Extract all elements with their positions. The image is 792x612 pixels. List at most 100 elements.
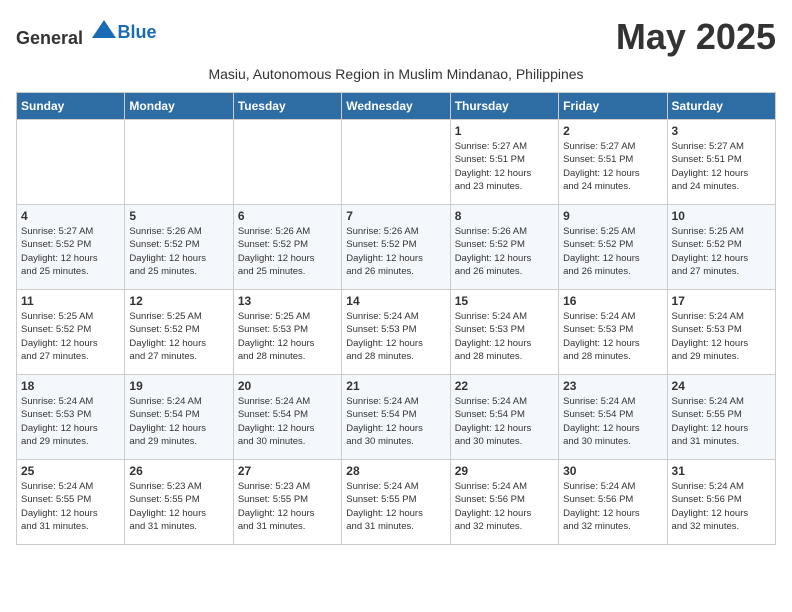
day-number: 10 [672,209,771,223]
calendar-cell: 19Sunrise: 5:24 AM Sunset: 5:54 PM Dayli… [125,375,233,460]
day-info: Sunrise: 5:26 AM Sunset: 5:52 PM Dayligh… [129,225,228,278]
day-number: 18 [21,379,120,393]
calendar-cell: 9 Sunrise: 5:25 AM Sunset: 5:52 PM Daylig… [559,205,667,290]
day-number: 7 [346,209,445,223]
calendar-cell: 31 Sunrise: 5:24 AM Sunset: 5:56 PM Dayli… [667,460,775,545]
day-info: Sunrise: 5:25 AM Sunset: 5:52 PM Dayligh… [129,310,228,363]
day-number: 27 [238,464,337,478]
calendar-cell: 21Sunrise: 5:24 AM Sunset: 5:54 PM Dayli… [342,375,450,460]
calendar-cell: 28 Sunrise: 5:24 AM Sunset: 5:55 PM Dayli… [342,460,450,545]
day-number: 22 [455,379,554,393]
day-info: Sunrise: 5:24 AM Sunset: 5:56 PM Dayligh… [672,480,771,533]
calendar-cell: 12 Sunrise: 5:25 AM Sunset: 5:52 PM Dayli… [125,290,233,375]
day-info: Sunrise: 5:24 AM Sunset: 5:53 PM Dayligh… [21,395,120,448]
day-info: Sunrise: 5:26 AM Sunset: 5:52 PM Dayligh… [238,225,337,278]
calendar-cell: 11Sunrise: 5:25 AM Sunset: 5:52 PM Dayli… [17,290,125,375]
day-info: Sunrise: 5:24 AM Sunset: 5:55 PM Dayligh… [672,395,771,448]
day-info: Sunrise: 5:24 AM Sunset: 5:53 PM Dayligh… [563,310,662,363]
day-info: Sunrise: 5:25 AM Sunset: 5:52 PM Dayligh… [563,225,662,278]
calendar-cell: 15 Sunrise: 5:24 AM Sunset: 5:53 PM Dayli… [450,290,558,375]
calendar-cell [233,120,341,205]
day-number: 24 [672,379,771,393]
calendar-cell: 6 Sunrise: 5:26 AM Sunset: 5:52 PM Daylig… [233,205,341,290]
calendar-cell: 30 Sunrise: 5:24 AM Sunset: 5:56 PM Dayli… [559,460,667,545]
day-header-sunday: Sunday [17,93,125,120]
day-number: 26 [129,464,228,478]
calendar-cell: 23Sunrise: 5:24 AM Sunset: 5:54 PM Dayli… [559,375,667,460]
day-number: 17 [672,294,771,308]
day-info: Sunrise: 5:24 AM Sunset: 5:55 PM Dayligh… [346,480,445,533]
calendar-cell: 18 Sunrise: 5:24 AM Sunset: 5:53 PM Dayli… [17,375,125,460]
calendar-cell: 17 Sunrise: 5:24 AM Sunset: 5:53 PM Dayli… [667,290,775,375]
calendar-cell [125,120,233,205]
day-number: 13 [238,294,337,308]
calendar-body: 1 Sunrise: 5:27 AM Sunset: 5:51 PM Daylig… [17,120,776,545]
day-header-monday: Monday [125,93,233,120]
calendar-cell: 26 Sunrise: 5:23 AM Sunset: 5:55 PM Dayli… [125,460,233,545]
calendar-cell: 4Sunrise: 5:27 AM Sunset: 5:52 PM Daylig… [17,205,125,290]
day-info: Sunrise: 5:23 AM Sunset: 5:55 PM Dayligh… [238,480,337,533]
day-number: 3 [672,124,771,138]
day-info: Sunrise: 5:24 AM Sunset: 5:54 PM Dayligh… [238,395,337,448]
calendar-cell: 25Sunrise: 5:24 AM Sunset: 5:55 PM Dayli… [17,460,125,545]
day-number: 2 [563,124,662,138]
day-number: 16 [563,294,662,308]
day-info: Sunrise: 5:24 AM Sunset: 5:54 PM Dayligh… [455,395,554,448]
calendar-cell: 24 Sunrise: 5:24 AM Sunset: 5:55 PM Dayli… [667,375,775,460]
day-info: Sunrise: 5:27 AM Sunset: 5:52 PM Dayligh… [21,225,120,278]
day-info: Sunrise: 5:24 AM Sunset: 5:56 PM Dayligh… [455,480,554,533]
calendar-cell: 13 Sunrise: 5:25 AM Sunset: 5:53 PM Dayli… [233,290,341,375]
day-number: 30 [563,464,662,478]
day-info: Sunrise: 5:27 AM Sunset: 5:51 PM Dayligh… [672,140,771,193]
day-number: 9 [563,209,662,223]
logo-general: General [16,28,83,48]
day-info: Sunrise: 5:24 AM Sunset: 5:56 PM Dayligh… [563,480,662,533]
calendar-cell: 20 Sunrise: 5:24 AM Sunset: 5:54 PM Dayli… [233,375,341,460]
day-number: 20 [238,379,337,393]
day-number: 29 [455,464,554,478]
day-number: 1 [455,124,554,138]
day-number: 28 [346,464,445,478]
day-info: Sunrise: 5:25 AM Sunset: 5:53 PM Dayligh… [238,310,337,363]
day-header-wednesday: Wednesday [342,93,450,120]
day-info: Sunrise: 5:27 AM Sunset: 5:51 PM Dayligh… [563,140,662,193]
header: General Blue May 2025 [16,16,776,58]
day-number: 31 [672,464,771,478]
calendar-subtitle: Masiu, Autonomous Region in Muslim Minda… [16,66,776,82]
day-number: 12 [129,294,228,308]
day-header-thursday: Thursday [450,93,558,120]
day-number: 19 [129,379,228,393]
day-info: Sunrise: 5:24 AM Sunset: 5:53 PM Dayligh… [455,310,554,363]
calendar-cell [17,120,125,205]
day-number: 6 [238,209,337,223]
day-number: 8 [455,209,554,223]
calendar-cell: 5Sunrise: 5:26 AM Sunset: 5:52 PM Daylig… [125,205,233,290]
logo: General Blue [16,16,157,49]
day-info: Sunrise: 5:26 AM Sunset: 5:52 PM Dayligh… [346,225,445,278]
day-info: Sunrise: 5:24 AM Sunset: 5:54 PM Dayligh… [346,395,445,448]
day-header-friday: Friday [559,93,667,120]
calendar-cell: 2 Sunrise: 5:27 AM Sunset: 5:51 PM Daylig… [559,120,667,205]
calendar-cell: 16 Sunrise: 5:24 AM Sunset: 5:53 PM Dayli… [559,290,667,375]
calendar-header-row: SundayMondayTuesdayWednesdayThursdayFrid… [17,93,776,120]
day-number: 15 [455,294,554,308]
calendar-week-4: 18 Sunrise: 5:24 AM Sunset: 5:53 PM Dayli… [17,375,776,460]
day-info: Sunrise: 5:24 AM Sunset: 5:53 PM Dayligh… [672,310,771,363]
calendar-cell: 10 Sunrise: 5:25 AM Sunset: 5:52 PM Dayli… [667,205,775,290]
calendar-cell: 3 Sunrise: 5:27 AM Sunset: 5:51 PM Daylig… [667,120,775,205]
day-info: Sunrise: 5:26 AM Sunset: 5:52 PM Dayligh… [455,225,554,278]
day-header-saturday: Saturday [667,93,775,120]
calendar-cell [342,120,450,205]
day-number: 14 [346,294,445,308]
day-info: Sunrise: 5:25 AM Sunset: 5:52 PM Dayligh… [21,310,120,363]
day-info: Sunrise: 5:24 AM Sunset: 5:54 PM Dayligh… [563,395,662,448]
day-info: Sunrise: 5:25 AM Sunset: 5:52 PM Dayligh… [672,225,771,278]
calendar-cell: 22 Sunrise: 5:24 AM Sunset: 5:54 PM Dayli… [450,375,558,460]
calendar-cell: 7 Sunrise: 5:26 AM Sunset: 5:52 PM Daylig… [342,205,450,290]
day-info: Sunrise: 5:23 AM Sunset: 5:55 PM Dayligh… [129,480,228,533]
calendar-week-2: 4Sunrise: 5:27 AM Sunset: 5:52 PM Daylig… [17,205,776,290]
logo-blue: Blue [118,22,157,42]
calendar-week-3: 11Sunrise: 5:25 AM Sunset: 5:52 PM Dayli… [17,290,776,375]
month-title: May 2025 [616,16,776,58]
day-info: Sunrise: 5:24 AM Sunset: 5:55 PM Dayligh… [21,480,120,533]
